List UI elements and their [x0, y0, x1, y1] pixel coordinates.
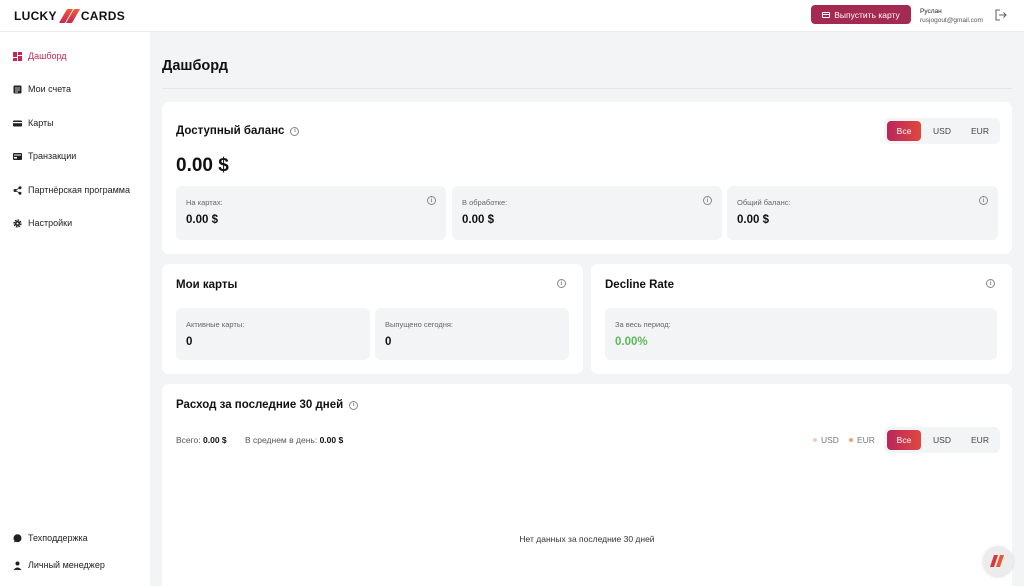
balance-title-text: Доступный баланс [176, 125, 285, 137]
legend-dot [849, 438, 853, 442]
title-divider [162, 88, 1012, 89]
tile-label: За весь период: [615, 320, 671, 329]
decline-rate-panel: Decline Rate i За весь период: 0.00% [591, 264, 1012, 374]
sidebar: Дашборд Мои счета Карты Транзакции Партн… [0, 32, 150, 586]
currency-option-usd[interactable]: USD [925, 121, 959, 141]
card-icon [822, 11, 831, 18]
sidebar-item-label: Транзакции [28, 151, 77, 161]
info-icon[interactable]: i [427, 196, 436, 205]
sidebar-item-settings[interactable]: Настройки [13, 216, 72, 230]
sidebar-item-label: Настройки [28, 218, 73, 228]
spending-average: В среднем в день: 0.00 $ [245, 435, 343, 445]
logo-mark-icon [58, 8, 80, 23]
sidebar-item-partner-program[interactable]: Партнёрская программа [13, 183, 130, 197]
currency-option-eur[interactable]: EUR [963, 121, 997, 141]
tile-value: 0.00 $ [186, 214, 218, 226]
decline-rate-value: 0.00% [615, 336, 648, 348]
my-cards-title: Мои карты [176, 279, 238, 291]
card-icon [13, 120, 22, 126]
user-info[interactable]: Руслан rusjogout@gmail.com [920, 7, 983, 25]
logo-text-right: CARDS [80, 8, 126, 23]
sidebar-item-label: Карты [28, 118, 54, 128]
logout-icon[interactable] [994, 8, 1008, 22]
sidebar-item-cards[interactable]: Карты [13, 116, 54, 130]
balance-title: Доступный баланс i [176, 125, 300, 137]
balance-tile-total: Общий баланс: 0.00 $ i [727, 186, 998, 240]
tile-value: 0.00 $ [737, 214, 769, 226]
spending-panel: Расход за последние 30 дней i Всего: 0.0… [162, 384, 1012, 586]
tile-label: На картах: [186, 198, 223, 207]
tile-value: 0 [186, 336, 193, 348]
info-icon[interactable]: i [703, 196, 712, 205]
floating-help-button[interactable] [983, 546, 1013, 576]
tile-label: Выпущено сегодня: [385, 320, 454, 329]
balance-panel: Доступный баланс i 0.00 $ Все USD EUR На… [162, 102, 1012, 254]
info-icon[interactable]: i [557, 279, 566, 288]
tile-value: 0 [385, 336, 392, 348]
empty-chart-message: Нет данных за последние 30 дней [519, 534, 655, 544]
user-icon [13, 561, 22, 570]
decline-rate-title: Decline Rate [605, 279, 675, 291]
accounts-icon [13, 85, 22, 93]
dashboard-icon [13, 51, 22, 61]
sidebar-item-transactions[interactable]: Транзакции [13, 149, 76, 163]
user-email: rusjogout@gmail.com [920, 17, 983, 24]
info-icon[interactable]: i [979, 196, 988, 205]
cards-tile-active: Активные карты: 0 [176, 308, 370, 360]
transactions-icon [13, 152, 22, 160]
total-label: Всего: [176, 435, 201, 445]
logo-text-left: LUCKY [14, 8, 57, 23]
balance-currency-switch: Все USD EUR [884, 118, 1000, 144]
tile-label: Общий баланс: [737, 198, 791, 207]
info-icon[interactable]: i [349, 400, 359, 410]
top-header: LUCKY CARDS Выпустить карту Руслан rusjo… [0, 0, 1024, 32]
sidebar-item-label: Партнёрская программа [28, 185, 130, 195]
currency-option-all[interactable]: Все [887, 430, 921, 450]
sidebar-item-label: Мои счета [28, 84, 71, 94]
sidebar-item-label: Дашборд [28, 51, 67, 61]
issue-card-label: Выпустить карту [834, 9, 900, 20]
sidebar-item-accounts[interactable]: Мои счета [13, 82, 71, 96]
decline-rate-tile: За весь период: 0.00% [605, 308, 997, 360]
spending-title-text: Расход за последние 30 дней [176, 399, 344, 411]
sidebar-item-label: Техподдержка [28, 533, 88, 543]
logo-mark-icon [990, 555, 1004, 567]
tile-label: В обработке: [462, 198, 508, 207]
average-label: В среднем в день: [245, 435, 318, 445]
sidebar-item-dashboard[interactable]: Дашборд [13, 49, 67, 63]
issue-card-button[interactable]: Выпустить карту [811, 5, 911, 24]
spending-currency-switch: Все USD EUR [884, 427, 1000, 453]
sidebar-item-support[interactable]: Техподдержка [13, 531, 88, 545]
total-value: 0.00 $ [203, 435, 227, 445]
legend-label: USD [821, 435, 839, 445]
page-title: Дашборд [162, 58, 228, 74]
average-value: 0.00 $ [319, 435, 344, 445]
info-icon[interactable]: i [290, 126, 300, 136]
balance-tile-processing: В обработке: 0.00 $ i [452, 186, 722, 240]
spending-title: Расход за последние 30 дней i [176, 399, 359, 411]
info-icon[interactable]: i [986, 279, 995, 288]
balance-total: 0.00 $ [176, 155, 229, 176]
tile-label: Активные карты: [186, 320, 245, 329]
chat-icon [13, 533, 22, 542]
cards-tile-issued-today: Выпущено сегодня: 0 [375, 308, 569, 360]
gear-icon [13, 218, 22, 228]
spending-total: Всего: 0.00 $ [176, 435, 227, 445]
currency-option-all[interactable]: Все [887, 121, 921, 141]
sidebar-item-label: Личный менеджер [28, 560, 105, 570]
legend-usd[interactable]: USD [813, 435, 839, 445]
legend-dot [813, 438, 817, 442]
currency-option-usd[interactable]: USD [925, 430, 959, 450]
currency-option-eur[interactable]: EUR [963, 430, 997, 450]
logo[interactable]: LUCKY CARDS [14, 7, 125, 24]
balance-tile-on-cards: На картах: 0.00 $ i [176, 186, 446, 240]
legend-label: EUR [857, 435, 875, 445]
sidebar-item-personal-manager[interactable]: Личный менеджер [13, 558, 105, 572]
my-cards-panel: Мои карты i Активные карты: 0 Выпущено с… [162, 264, 583, 374]
tile-value: 0.00 $ [462, 214, 494, 226]
legend-eur[interactable]: EUR [849, 435, 875, 445]
user-name: Руслан [920, 8, 942, 15]
share-icon [13, 185, 22, 195]
